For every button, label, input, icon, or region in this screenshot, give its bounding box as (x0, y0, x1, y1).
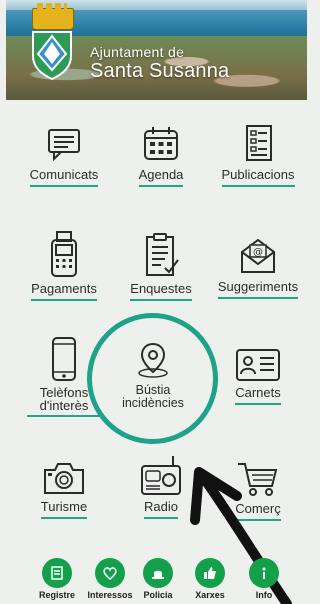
thumbs-up-icon (195, 558, 225, 588)
svg-text:@: @ (253, 247, 263, 258)
municipal-shield-icon (32, 31, 72, 80)
tile-label: Carnets (235, 386, 281, 405)
tile-label: Radio (144, 500, 178, 519)
tile-label: Turisme (40, 500, 88, 519)
tile-agenda[interactable]: Agenda (111, 124, 211, 187)
tile-label: Pagaments (31, 282, 97, 301)
tile-label: Agenda (138, 168, 184, 187)
tile-label: Publicacions (221, 168, 295, 187)
tile-enquestes[interactable]: Enquestes (111, 232, 211, 301)
nav-label: Xarxes (195, 590, 225, 600)
crown-icon (32, 3, 74, 30)
nav-interessos[interactable]: Interessos (83, 556, 137, 600)
nav-label: Policia (143, 590, 173, 600)
calendar-icon (144, 127, 178, 160)
nav-label: Registre (38, 590, 75, 600)
nav-label: Info (255, 590, 273, 600)
camera-icon (44, 463, 84, 494)
header-banner: Ajuntament de Santa Susanna (6, 0, 307, 100)
document-icon (246, 125, 272, 161)
highlight-circle (87, 313, 218, 444)
tile-suggeriments[interactable]: @ Suggeriments (208, 236, 308, 299)
register-icon (42, 558, 72, 588)
mobile-phone-icon (52, 337, 76, 381)
nav-policia[interactable]: Policia (131, 556, 185, 600)
tile-turisme[interactable]: Turisme (14, 460, 114, 519)
tile-comunicats[interactable]: Comunicats (14, 124, 114, 187)
header-title-line2: Santa Susanna (90, 60, 230, 82)
bottom-navigation: Registre Interessos Policia Xarxes Info (0, 556, 311, 604)
tile-pagaments[interactable]: Pagaments (14, 230, 114, 301)
police-light-icon (143, 558, 173, 588)
heart-icon (95, 558, 125, 588)
message-board-icon (48, 129, 80, 162)
tile-label: Enquestes (130, 282, 192, 301)
header-title-line1: Ajuntament de (90, 44, 185, 60)
nav-label: Interessos (87, 590, 133, 600)
pos-terminal-icon (51, 231, 77, 277)
nav-xarxes[interactable]: Xarxes (183, 556, 237, 600)
tile-carnets[interactable]: Carnets (208, 348, 308, 405)
nav-info[interactable]: Info (237, 556, 291, 600)
email-icon: @ (241, 238, 275, 273)
info-icon (249, 558, 279, 588)
id-card-icon (236, 349, 280, 381)
tile-label: Comunicats (29, 168, 99, 187)
tile-publicacions[interactable]: Publicacions (208, 124, 308, 187)
nav-registre[interactable]: Registre (30, 556, 84, 600)
survey-icon (146, 233, 179, 276)
tile-label: Suggeriments (217, 280, 299, 299)
